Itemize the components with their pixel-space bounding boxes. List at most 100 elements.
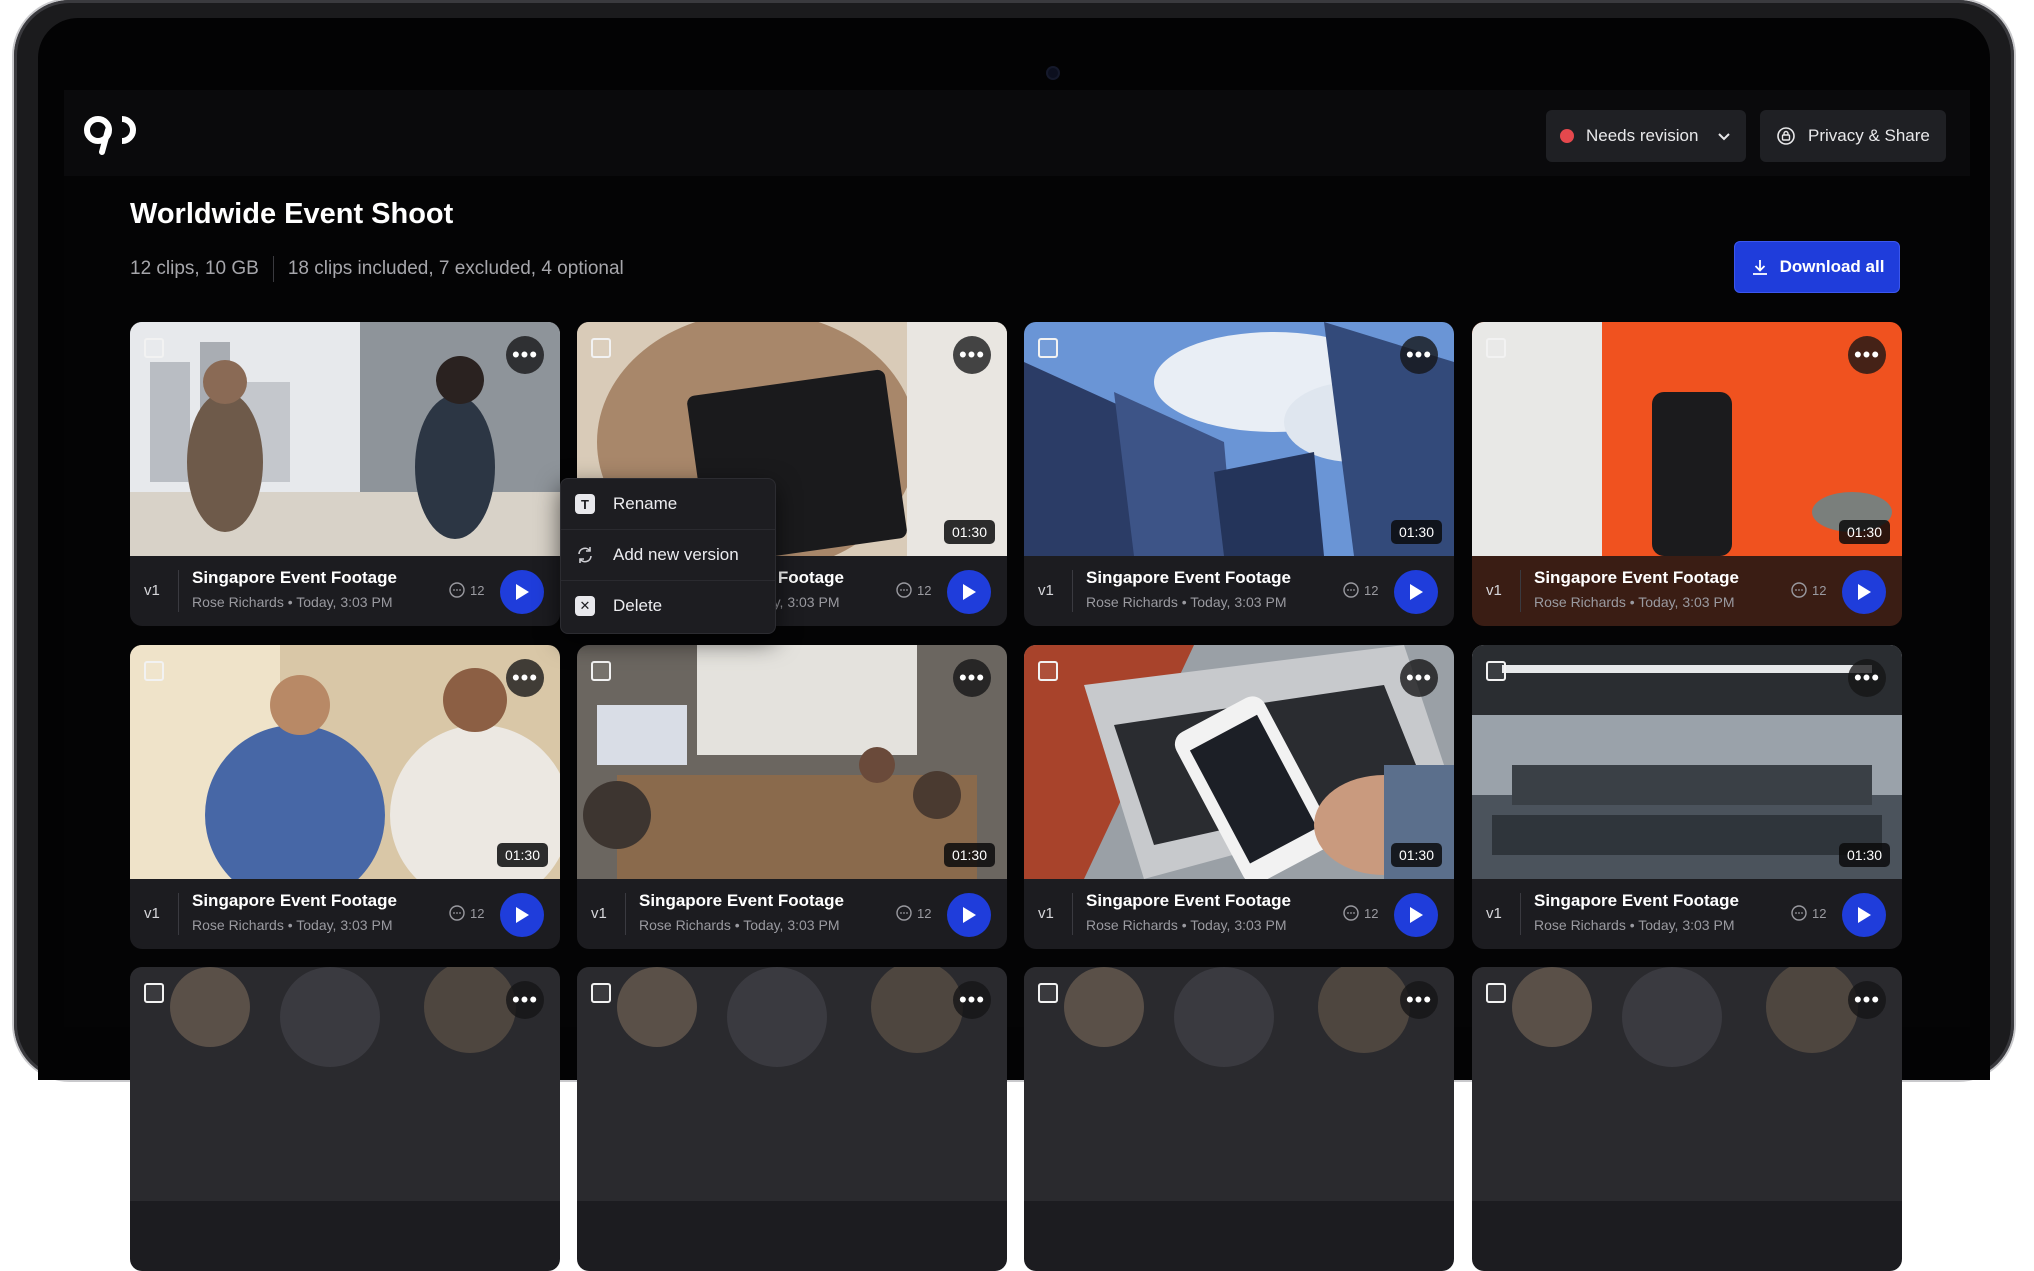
play-button[interactable] [500,893,544,937]
clip-thumbnail[interactable] [1024,645,1454,879]
comment-count[interactable]: 12 [1342,581,1378,599]
clip-thumbnail[interactable] [1472,967,1902,1201]
play-icon [963,584,976,600]
text-icon: T [575,494,595,514]
clip-meta: Rose Richards • Today, 3:03 PM [1534,917,1735,933]
clip-checkbox[interactable] [591,338,611,358]
download-all-button[interactable]: Download all [1734,241,1900,293]
menu-item-delete[interactable]: ✕ Delete [561,581,775,631]
clip-thumbnail[interactable] [130,322,560,556]
duration-badge: 01:30 [1838,520,1890,544]
clip-info: v1 Singapore Event Footage Rose Richards… [130,879,560,949]
app-logo-icon [84,116,136,155]
clip-thumbnail[interactable] [130,967,560,1201]
clip-checkbox[interactable] [1486,983,1506,1003]
clip-title[interactable]: Singapore Event Footage [1534,891,1739,911]
clip-meta: Rose Richards • Today, 3:03 PM [1534,594,1735,610]
clip-card[interactable]: ••• 01:30 v1 Singapore Event Footage Ros… [1024,322,1454,626]
more-options-button[interactable]: ••• [1400,336,1438,374]
play-button[interactable] [947,570,991,614]
more-options-button[interactable]: ••• [506,981,544,1019]
clip-thumbnail[interactable] [1472,645,1902,879]
clip-checkbox[interactable] [1038,661,1058,681]
more-options-button[interactable]: ••• [1400,659,1438,697]
clip-checkbox[interactable] [1486,661,1506,681]
more-options-button[interactable]: ••• [1400,981,1438,1019]
comment-count[interactable]: 12 [448,904,484,922]
comment-count[interactable]: 12 [895,581,931,599]
duration-badge: 01:30 [496,843,548,867]
comment-count[interactable]: 12 [448,581,484,599]
clip-card[interactable]: ••• [1024,967,1454,1271]
play-button[interactable] [1394,893,1438,937]
clip-thumbnail[interactable] [130,645,560,879]
clip-title[interactable]: Singapore Event Footage [1086,891,1291,911]
clip-card[interactable]: ••• [1472,967,1902,1271]
menu-item-label: Rename [613,494,678,513]
more-options-button[interactable]: ••• [1848,659,1886,697]
comment-count[interactable]: 12 [895,904,931,922]
play-button[interactable] [1842,893,1886,937]
version-divider [1072,570,1073,612]
clip-meta: Rose Richards • Today, 3:03 PM [1086,917,1287,933]
status-dropdown[interactable]: Needs revision [1546,110,1746,162]
clip-card[interactable]: ••• v1 Singapore Event Footage Rose Rich… [130,322,560,626]
more-options-button[interactable]: ••• [953,981,991,1019]
clip-title[interactable]: Singapore Event Footage [1086,568,1291,588]
clip-checkbox[interactable] [591,983,611,1003]
duration-badge: 01:30 [1838,843,1890,867]
play-icon [516,907,529,923]
clip-card[interactable]: ••• 01:30 v1 Singapore Event Footage Ros… [1472,322,1902,626]
comment-count[interactable]: 12 [1790,904,1826,922]
clip-meta: Rose Richards • Today, 3:03 PM [639,917,840,933]
clip-title[interactable]: Singapore Event Footage [639,891,844,911]
clip-checkbox[interactable] [144,983,164,1003]
clip-checkbox[interactable] [1038,338,1058,358]
clip-card[interactable]: ••• [577,967,1007,1271]
play-button[interactable] [1842,570,1886,614]
clip-title[interactable]: Singapore Event Footage [1534,568,1739,588]
play-icon [1410,584,1423,600]
clip-thumbnail[interactable] [577,645,1007,879]
comment-icon [1791,905,1807,921]
clip-checkbox[interactable] [591,661,611,681]
clip-checkbox[interactable] [1038,983,1058,1003]
comment-count[interactable]: 12 [1790,581,1826,599]
meta-divider [272,256,274,282]
clip-title[interactable]: Singapore Event Footage [192,568,397,588]
more-options-button[interactable]: ••• [506,659,544,697]
more-options-button[interactable]: ••• [1848,981,1886,1019]
clip-thumbnail[interactable] [1472,322,1902,556]
clip-title[interactable]: Singapore Event Footage [192,891,397,911]
clip-thumbnail[interactable] [1024,967,1454,1201]
play-button[interactable] [1394,570,1438,614]
clip-thumbnail[interactable] [1024,322,1454,556]
more-options-button[interactable]: ••• [953,659,991,697]
clip-info: v1 Singapore Event Footage Rose Richards… [577,879,1007,949]
refresh-icon [578,547,592,563]
comment-icon [449,905,465,921]
play-button[interactable] [500,570,544,614]
clip-card[interactable]: ••• 01:30 v1 Singapore Event Footage Ros… [577,645,1007,949]
menu-item-rename[interactable]: T Rename [561,479,775,530]
clip-checkbox[interactable] [144,661,164,681]
comment-icon [1343,905,1359,921]
play-button[interactable] [947,893,991,937]
more-options-button[interactable]: ••• [953,336,991,374]
comment-count[interactable]: 12 [1342,904,1378,922]
clip-card[interactable]: ••• 01:30 v1 Singapore Event Footage Ros… [1472,645,1902,949]
menu-item-add-new-version[interactable]: Add new version [561,530,775,581]
trash-icon: ✕ [575,596,595,616]
clip-checkbox[interactable] [144,338,164,358]
status-dot-icon [1560,129,1574,143]
more-options-button[interactable]: ••• [1848,336,1886,374]
clip-checkbox[interactable] [1486,338,1506,358]
clip-thumbnail[interactable] [577,967,1007,1201]
clip-card[interactable]: ••• [130,967,560,1271]
clip-card[interactable]: ••• 01:30 v1 Singapore Event Footage Ros… [130,645,560,949]
clip-meta: Rose Richards • Today, 3:03 PM [192,594,393,610]
more-options-button[interactable]: ••• [506,336,544,374]
clip-card[interactable]: ••• 01:30 v1 Singapore Event Footage Ros… [1024,645,1454,949]
privacy-share-button[interactable]: Privacy & Share [1760,110,1946,162]
version-divider [178,570,179,612]
